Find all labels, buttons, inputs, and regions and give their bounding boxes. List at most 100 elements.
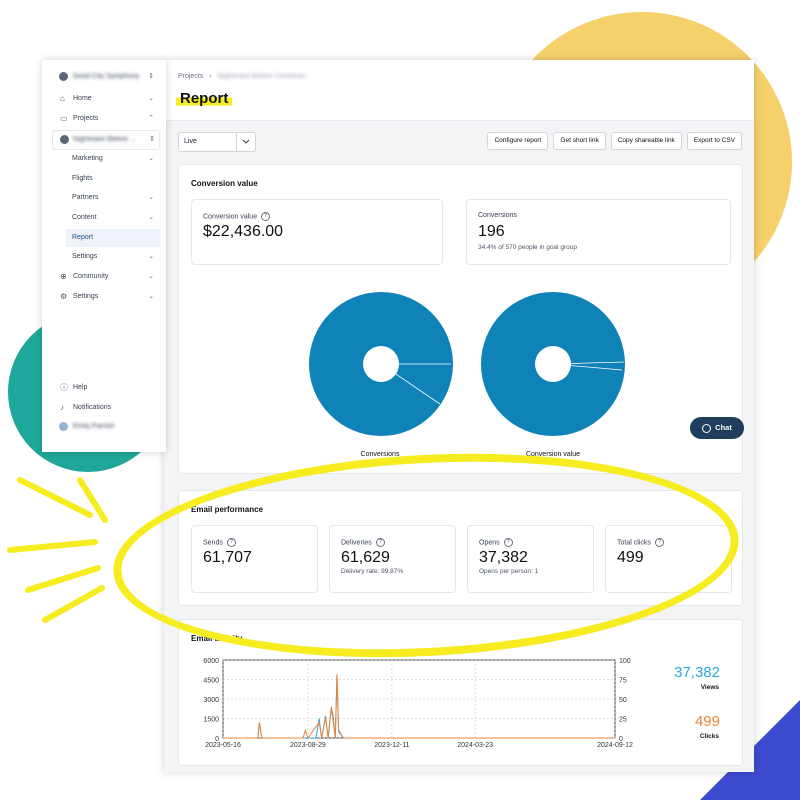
help-icon[interactable]: ? (375, 538, 385, 547)
community-icon: ⊕ (60, 272, 67, 281)
bell-icon: ♪ (60, 403, 64, 412)
copy-shareable-link-button[interactable]: Copy shareable link (610, 132, 682, 150)
delivery-rate: Delivery rate: 99.87% (341, 568, 404, 575)
sidebar-item-marketing[interactable]: Marketing ⌄ (42, 150, 166, 168)
chevron-down-icon[interactable] (236, 133, 255, 151)
org-switcher[interactable]: Good City Symphony ⇕ (42, 68, 166, 86)
total-clicks-value: 499 (617, 549, 644, 566)
email-performance-title: Email performance (191, 505, 264, 514)
chevron-down-icon: ⌄ (148, 155, 154, 162)
sidebar-item-community[interactable]: ⊕ Community ⌄ (42, 268, 166, 286)
email-activity-card: Email activity 6000 4500 3000 1500 0 100 75 50 2… (178, 619, 743, 766)
conversions-subtext: 34.4% of 570 people in goal group (478, 244, 578, 251)
sidebar-item-label: Projects (73, 115, 99, 122)
conversions-pie (309, 292, 453, 436)
export-csv-button[interactable]: Export to CSV (686, 132, 742, 150)
email-activity-title: Email activity (191, 634, 243, 643)
opens-value: 37,382 (479, 549, 528, 566)
page-title: Report (176, 90, 233, 107)
pie-hole (363, 346, 399, 382)
opens-stat: Opens? 37,382 Opens per person: 1 (467, 525, 594, 593)
chevron-updown-icon: ⇕ (148, 73, 154, 80)
breadcrumb-separator: › (209, 73, 212, 80)
sends-stat: Sends? 61,707 (191, 525, 318, 593)
breadcrumb: Projects › Nightmare Before Christmas (178, 73, 306, 80)
pie-hole (535, 346, 571, 382)
sends-label: Sends (203, 539, 223, 547)
y-left-tick-label: 3000 (203, 697, 219, 704)
sidebar: Good City Symphony ⇕ ⌂ Home ⌄ ▭ Projects… (42, 60, 166, 452)
get-short-link-button[interactable]: Get short link (553, 132, 606, 150)
views-label: Views (700, 684, 719, 691)
conversion-card: Conversion value Conversion value? $22,4… (178, 164, 743, 474)
sidebar-item-help[interactable]: ⓘ Help (42, 379, 166, 397)
conversion-value-label: Conversion value (203, 213, 258, 221)
clicks-total: 499 (694, 713, 720, 730)
project-switcher[interactable]: Nightmare Before ... ⇕ (52, 130, 160, 150)
home-icon: ⌂ (60, 94, 65, 103)
help-icon[interactable]: ? (261, 212, 271, 221)
org-avatar (59, 72, 68, 81)
conversion-value-pie-label: Conversion value (525, 451, 581, 458)
folder-icon: ▭ (60, 114, 68, 123)
help-icon: ⓘ (60, 383, 68, 392)
sidebar-item-label: Content (72, 214, 97, 221)
sidebar-item-notifications[interactable]: ♪ Notifications (42, 399, 166, 417)
chevron-down-icon: ⌄ (148, 214, 154, 221)
deliveries-label: Deliveries (341, 539, 372, 547)
help-icon[interactable]: ? (503, 538, 513, 547)
sidebar-item-label: Help (73, 384, 88, 391)
sidebar-item-project-settings[interactable]: Settings ⌄ (42, 248, 166, 266)
sidebar-item-settings[interactable]: ⚙ Settings ⌄ (42, 288, 166, 306)
deliveries-stat: Deliveries? 61,629 Delivery rate: 99.87% (329, 525, 456, 593)
sidebar-item-home[interactable]: ⌂ Home ⌄ (42, 90, 166, 108)
x-tick-label: 2023-12-11 (374, 742, 409, 749)
y-right-tick-label: 25 (619, 717, 627, 724)
y-right-tick-label: 100 (619, 658, 631, 665)
sidebar-item-content[interactable]: Content ⌄ (42, 209, 166, 227)
total-clicks-label: Total clicks (617, 539, 651, 547)
chat-button[interactable]: Chat (690, 417, 744, 439)
chevron-down-icon: ⌄ (148, 194, 154, 201)
y-right-tick-label: 75 (619, 678, 627, 685)
sidebar-item-projects[interactable]: ▭ Projects ⌃ (42, 110, 166, 128)
y-left-tick-label: 6000 (203, 658, 219, 665)
deliveries-value: 61,629 (341, 549, 390, 566)
clicks-label: Clicks (699, 733, 719, 740)
decorative-rays (7, 477, 108, 623)
conversion-value-pie (481, 292, 625, 436)
chevron-down-icon: ⌄ (148, 95, 154, 102)
project-avatar (60, 135, 69, 144)
configure-report-button[interactable]: Configure report (487, 132, 549, 150)
chevron-updown-icon: ⇕ (149, 136, 155, 143)
user-avatar (59, 422, 68, 431)
sidebar-item-flights[interactable]: Flights (42, 170, 166, 188)
conversions-value: 196 (478, 223, 505, 240)
email-performance-card: Email performance Sends? 61,707 Deliveri… (178, 490, 743, 606)
breadcrumb-projects[interactable]: Projects (178, 73, 203, 80)
breadcrumb-project-name[interactable]: Nightmare Before Christmas (218, 73, 306, 80)
opens-label: Opens (479, 539, 500, 547)
org-name: Good City Symphony (73, 73, 140, 80)
help-icon[interactable]: ? (226, 538, 236, 547)
sidebar-item-label: Community (73, 273, 109, 280)
chevron-down-icon: ⌄ (148, 273, 154, 280)
toolbar: Live Configure report Get short link Cop… (178, 132, 742, 152)
x-tick-label: 2024-03-23 (457, 742, 493, 749)
user-profile[interactable]: Emily Parrish (42, 418, 166, 436)
user-name: Emily Parrish (73, 423, 115, 430)
sidebar-item-partners[interactable]: Partners ⌄ (42, 189, 166, 207)
email-activity-chart: 6000450030001500010075502502023-05-16 202… (203, 658, 633, 749)
sidebar-item-label: Partners (72, 194, 99, 201)
sidebar-item-label: Marketing (72, 155, 103, 162)
chevron-up-icon: ⌃ (148, 115, 154, 122)
total-clicks-stat: Total clicks? 499 (605, 525, 732, 593)
status-select[interactable]: Live (178, 132, 256, 152)
conversion-value: $22,436.00 (203, 223, 284, 240)
sidebar-item-label: Home (73, 95, 92, 102)
sidebar-item-label: Report (72, 234, 94, 241)
series-line-views (223, 674, 615, 739)
sidebar-item-report[interactable]: Report (66, 229, 160, 247)
chevron-down-icon: ⌄ (148, 253, 154, 260)
help-icon[interactable]: ? (654, 538, 664, 547)
